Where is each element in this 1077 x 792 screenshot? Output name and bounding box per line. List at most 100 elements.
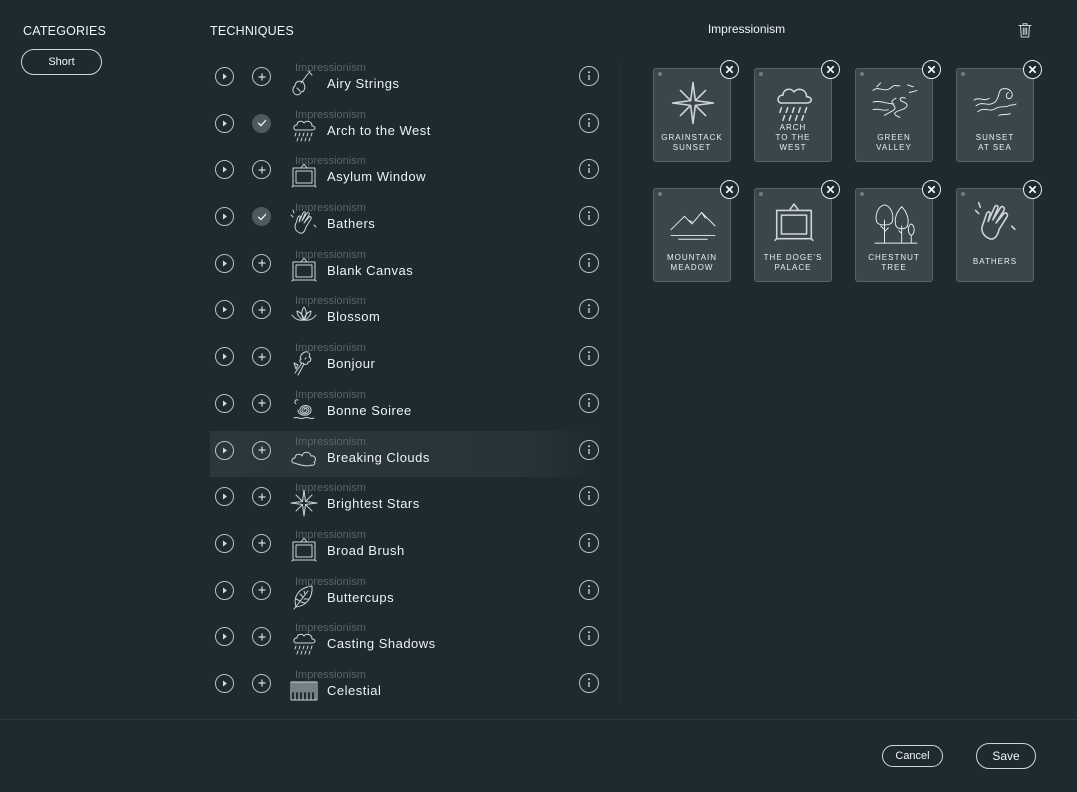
cancel-button[interactable]: Cancel: [882, 745, 943, 767]
info-icon[interactable]: [579, 206, 599, 227]
technique-row[interactable]: Impressionism Bathers: [210, 197, 600, 244]
card-label: ARCH TO THE WEST: [775, 123, 811, 152]
technique-name: Bonjour: [327, 356, 376, 372]
remove-card-icon[interactable]: [922, 180, 941, 199]
info-icon[interactable]: [579, 439, 599, 460]
remove-card-icon[interactable]: [1023, 180, 1042, 199]
selected-card[interactable]: GREEN VALLEY: [855, 60, 941, 162]
techniques-title: TECHNIQUES: [210, 24, 294, 38]
remove-card-icon[interactable]: [821, 60, 840, 79]
technique-name: Asylum Window: [327, 169, 426, 185]
add-icon[interactable]: [252, 347, 271, 367]
technique-list: Impressionism Airy Strings Impressionism Ar…: [210, 57, 600, 711]
play-icon[interactable]: [215, 347, 234, 367]
play-icon[interactable]: [215, 627, 234, 647]
add-icon[interactable]: [252, 533, 271, 553]
add-icon[interactable]: [252, 440, 271, 460]
selected-card[interactable]: CHESTNUT TREE: [855, 180, 941, 282]
info-icon[interactable]: [579, 66, 599, 86]
technique-row[interactable]: Impressionism Blank Canvas: [210, 244, 600, 291]
add-icon[interactable]: [252, 580, 271, 600]
mountains-icon: [668, 201, 718, 245]
remove-card-icon[interactable]: [1023, 60, 1042, 79]
info-icon[interactable]: [579, 486, 599, 507]
technique-row[interactable]: Impressionism Bonne Soiree: [210, 384, 600, 431]
selected-card[interactable]: GRAINSTACK SUNSET: [653, 60, 739, 162]
added-check-icon[interactable]: [252, 113, 271, 133]
technique-row[interactable]: Impressionism Bonjour: [210, 337, 600, 384]
add-icon[interactable]: [252, 487, 271, 507]
remove-card-icon[interactable]: [720, 60, 739, 79]
remove-card-icon[interactable]: [922, 60, 941, 79]
play-icon[interactable]: [215, 113, 234, 133]
technique-row[interactable]: Impressionism Asylum Window: [210, 150, 600, 197]
add-icon[interactable]: [252, 160, 271, 180]
technique-row[interactable]: Impressionism Buttercups: [210, 571, 600, 618]
save-button[interactable]: Save: [976, 743, 1036, 769]
technique-name: Blossom: [327, 309, 381, 325]
play-icon[interactable]: [215, 533, 234, 553]
technique-row[interactable]: Impressionism Celestial: [210, 664, 600, 711]
category-pill-short[interactable]: Short: [21, 49, 102, 75]
selected-card[interactable]: ARCH TO THE WEST: [754, 60, 840, 162]
rain-cloud-icon: [769, 81, 819, 125]
technique-row[interactable]: Impressionism Broad Brush: [210, 524, 600, 571]
info-icon[interactable]: [579, 392, 599, 413]
info-icon[interactable]: [579, 626, 599, 647]
play-icon[interactable]: [215, 440, 234, 460]
technique-row[interactable]: Impressionism Airy Strings: [210, 57, 600, 104]
card-status-dot: [658, 192, 662, 196]
trash-icon[interactable]: [1016, 21, 1034, 39]
card-label: GREEN VALLEY: [876, 133, 912, 152]
remove-card-icon[interactable]: [720, 180, 739, 199]
technique-row[interactable]: Impressionism Casting Shadows: [210, 617, 600, 664]
play-icon[interactable]: [215, 393, 234, 413]
play-icon[interactable]: [215, 673, 234, 693]
info-icon[interactable]: [579, 346, 599, 367]
play-icon[interactable]: [215, 207, 234, 227]
technique-name: Blank Canvas: [327, 262, 414, 278]
add-icon[interactable]: [252, 300, 271, 320]
technique-name: Brightest Stars: [327, 496, 420, 512]
technique-row[interactable]: Impressionism Arch to the West: [210, 104, 600, 151]
picture-frame-icon: [769, 201, 819, 245]
technique-name: Buttercups: [327, 589, 395, 605]
river-valley-icon: [870, 81, 920, 125]
play-icon[interactable]: [215, 160, 234, 180]
technique-row[interactable]: Impressionism Breaking Clouds: [210, 430, 600, 478]
info-icon[interactable]: [579, 672, 599, 693]
add-icon[interactable]: [252, 393, 271, 413]
selected-card[interactable]: THE DOGE'S PALACE: [754, 180, 840, 282]
technique-row[interactable]: Impressionism Brightest Stars: [210, 477, 600, 524]
technique-name: Broad Brush: [327, 542, 405, 558]
technique-category: Impressionism: [295, 435, 366, 448]
add-icon[interactable]: [252, 673, 271, 693]
play-icon[interactable]: [215, 487, 234, 507]
info-icon[interactable]: [579, 159, 599, 180]
selected-card[interactable]: BATHERS: [956, 180, 1042, 282]
added-check-icon[interactable]: [252, 207, 271, 227]
card-label: GRAINSTACK SUNSET: [661, 133, 723, 152]
info-icon[interactable]: [579, 299, 599, 320]
trees-icon: [870, 201, 920, 245]
remove-card-icon[interactable]: [821, 180, 840, 199]
info-icon[interactable]: [579, 252, 599, 273]
add-icon[interactable]: [252, 253, 271, 273]
technique-name: Airy Strings: [327, 76, 400, 91]
add-icon[interactable]: [252, 67, 271, 86]
technique-row[interactable]: Impressionism Blossom: [210, 290, 600, 337]
play-icon[interactable]: [215, 253, 234, 273]
info-icon[interactable]: [579, 579, 599, 600]
info-icon[interactable]: [579, 112, 599, 133]
selected-card[interactable]: MOUNTAIN MEADOW: [653, 180, 739, 282]
play-icon[interactable]: [215, 300, 234, 320]
add-icon[interactable]: [252, 627, 271, 647]
technique-category: Impressionism: [295, 622, 366, 635]
play-icon[interactable]: [215, 580, 234, 600]
card-label: THE DOGE'S PALACE: [763, 253, 823, 272]
play-icon[interactable]: [215, 67, 234, 86]
info-icon[interactable]: [579, 532, 599, 553]
selected-card[interactable]: SUNSET AT SEA: [956, 60, 1042, 162]
technique-name: Celestial: [327, 682, 382, 698]
technique-name: Breaking Clouds: [327, 449, 430, 465]
